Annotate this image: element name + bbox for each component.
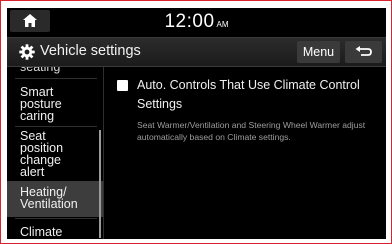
menu-button[interactable]: Menu bbox=[297, 41, 340, 63]
clock: 12:00 AM bbox=[7, 11, 386, 33]
sidebar-item-heating-ventilation[interactable]: Heating/ Ventilation bbox=[7, 181, 103, 217]
back-arrow-icon bbox=[355, 46, 372, 56]
sidebar-item-label: Seat position change alert bbox=[20, 129, 64, 179]
header-bar: Vehicle settings Menu bbox=[7, 37, 386, 67]
clock-ampm: AM bbox=[216, 20, 229, 29]
scrollbar[interactable] bbox=[99, 130, 101, 238]
settings-content: Auto. Controls That Use Climate Control … bbox=[105, 67, 386, 239]
sidebar-item-label: Heating/ Ventilation bbox=[20, 185, 78, 211]
screenshot-frame: 12:00 AM Vehicle settings Menu seating S… bbox=[0, 0, 392, 244]
option-title[interactable]: Auto. Controls That Use Climate Control … bbox=[137, 76, 382, 114]
clock-time: 12:00 bbox=[164, 11, 215, 32]
sidebar-menu[interactable]: seating Smart posture caring Seat positi… bbox=[7, 67, 104, 239]
sidebar-item-label: Climate bbox=[20, 225, 63, 239]
status-bar: 12:00 AM bbox=[7, 8, 386, 35]
page-title: Vehicle settings bbox=[40, 43, 141, 59]
infotainment-screen: 12:00 AM Vehicle settings Menu seating S… bbox=[7, 8, 386, 239]
sidebar-item-smart-posture-caring[interactable]: Smart posture caring bbox=[7, 79, 103, 125]
sidebar-item-seat-position-change-alert[interactable]: Seat position change alert bbox=[7, 127, 103, 180]
sidebar-item-label: Smart posture caring bbox=[20, 85, 62, 123]
auto-climate-controls-checkbox[interactable] bbox=[117, 80, 128, 91]
back-button[interactable] bbox=[345, 41, 382, 63]
sidebar-item-climate[interactable]: Climate bbox=[7, 219, 103, 239]
gear-icon bbox=[19, 44, 35, 60]
sidebar-item-seating[interactable]: seating bbox=[7, 67, 103, 77]
sidebar-item-label: seating bbox=[20, 67, 61, 74]
option-description: Seat Warmer/Ventilation and Steering Whe… bbox=[137, 120, 366, 142]
